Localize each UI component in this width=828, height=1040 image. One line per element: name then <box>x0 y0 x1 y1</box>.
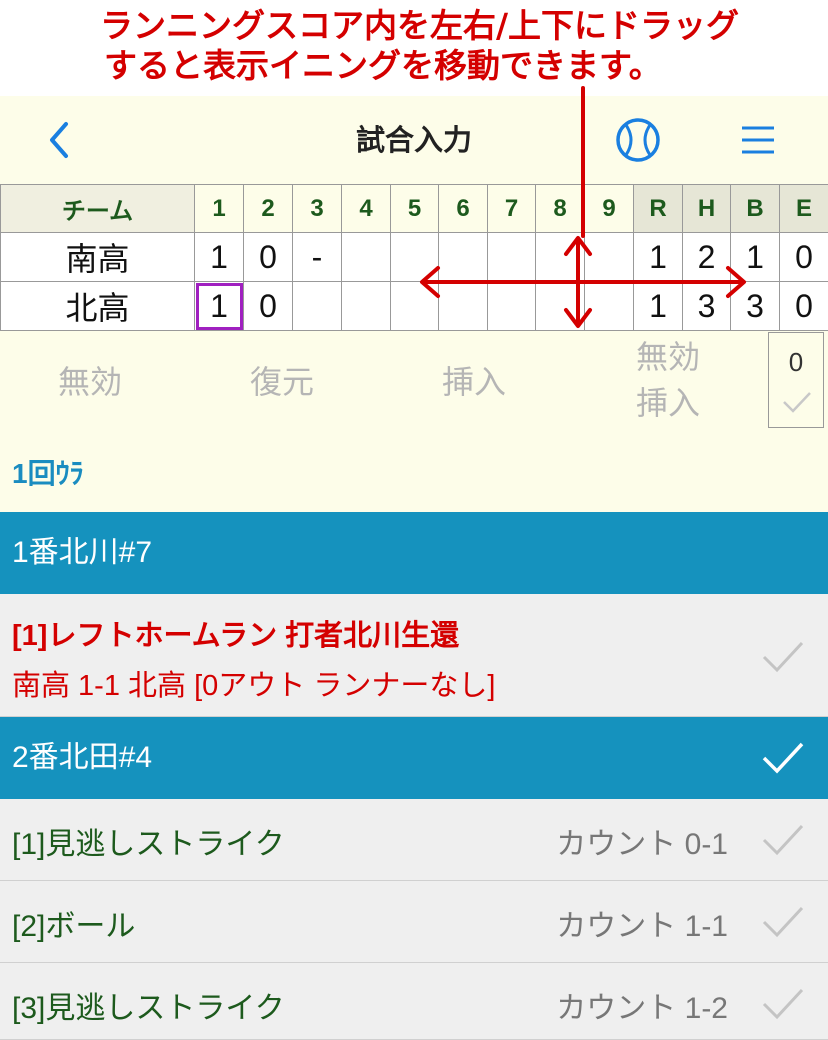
pitch-row[interactable]: [3]見逃しストライク カウント 1-2 <box>0 963 828 1040</box>
void-insert-label-1: 無効 <box>636 338 701 376</box>
runs-total-north: 1 <box>633 281 683 331</box>
walks-header: B <box>730 184 780 233</box>
errors-header: E <box>779 184 828 233</box>
hits-total-south: 2 <box>682 232 731 282</box>
team-name-north: 北高 <box>0 281 195 331</box>
checkmark-icon[interactable] <box>760 739 806 777</box>
hits-total-north: 3 <box>682 281 731 331</box>
void-insert-label-2: 挿入 <box>636 384 701 422</box>
void-button[interactable]: 無効 <box>58 360 122 404</box>
inning-header-7: 7 <box>487 184 536 233</box>
score-cell[interactable] <box>535 232 585 282</box>
team-row-south: 南高 1 0 - 1 2 1 0 <box>0 232 828 282</box>
score-cell[interactable] <box>438 281 488 331</box>
score-cell[interactable] <box>584 281 634 331</box>
restore-button[interactable]: 復元 <box>250 360 314 404</box>
score-cell[interactable]: 0 <box>243 232 293 282</box>
batter-header[interactable]: 1番北川#7 <box>0 512 828 594</box>
pitch-count: カウント 1-1 <box>556 910 728 943</box>
inning-header-8: 8 <box>535 184 585 233</box>
play-event-title: [1]レフトホームラン 打者北川生還 <box>12 620 460 652</box>
drag-hint-line-2: すると表示イニングを移動できます。 <box>104 46 662 85</box>
score-cell[interactable]: - <box>292 232 342 282</box>
checkmark-icon[interactable] <box>760 638 806 676</box>
pitch-row[interactable]: [1]見逃しストライク カウント 0-1 <box>0 799 828 881</box>
batter-header[interactable]: 2番北田#4 <box>0 717 828 799</box>
menu-icon[interactable] <box>736 120 780 160</box>
inning-header-3: 3 <box>292 184 342 233</box>
pitch-count: カウント 1-2 <box>556 992 728 1025</box>
inning-header-6: 6 <box>438 184 488 233</box>
score-cell[interactable] <box>292 281 342 331</box>
score-cell[interactable]: 0 <box>243 281 293 331</box>
score-cell[interactable] <box>341 232 391 282</box>
runs-header: R <box>633 184 683 233</box>
score-cell[interactable] <box>438 232 488 282</box>
batter-name: 2番北田#4 <box>12 741 153 774</box>
inning-header-1: 1 <box>194 184 244 233</box>
hits-header: H <box>682 184 731 233</box>
checkmark-icon[interactable] <box>760 821 806 859</box>
running-score-board[interactable]: チーム 1 2 3 4 5 6 7 8 9 R H B E 南高 1 0 - 1 <box>0 184 828 331</box>
inning-header-9: 9 <box>584 184 634 233</box>
checkmark-icon[interactable] <box>760 903 806 941</box>
errors-total-south: 0 <box>779 232 828 282</box>
score-cell[interactable] <box>390 281 439 331</box>
pitch-row[interactable]: [2]ボール カウント 1-1 <box>0 881 828 963</box>
checkmark-icon[interactable] <box>760 985 806 1023</box>
walks-total-south: 1 <box>730 232 780 282</box>
team-row-north: 北高 1 0 1 3 3 0 <box>0 281 828 331</box>
count-value: 0 <box>788 347 804 377</box>
score-cell[interactable] <box>390 232 439 282</box>
baseball-icon[interactable] <box>614 116 662 164</box>
batter-name: 1番北川#7 <box>12 536 153 569</box>
team-name-south: 南高 <box>0 232 195 282</box>
pitch-description: [2]ボール <box>12 910 136 943</box>
score-cell[interactable] <box>584 232 634 282</box>
count-confirm-box[interactable]: 0 <box>768 332 824 428</box>
pitch-count: カウント 0-1 <box>556 828 728 861</box>
pitch-description: [3]見逃しストライク <box>12 992 285 1025</box>
inning-header-4: 4 <box>341 184 391 233</box>
drag-hint-line-1: ランニングスコア内を左右/上下にドラッグ <box>100 6 740 45</box>
drag-hint-annotation: ランニングスコア内を左右/上下にドラッグ すると表示イニングを移動できます。 <box>0 0 828 96</box>
walks-total-north: 3 <box>730 281 780 331</box>
insert-button[interactable]: 挿入 <box>442 360 506 404</box>
runs-total-south: 1 <box>633 232 683 282</box>
score-cell[interactable] <box>487 232 536 282</box>
checkmark-icon <box>783 392 811 413</box>
score-cell[interactable]: 1 <box>194 232 244 282</box>
errors-total-north: 0 <box>779 281 828 331</box>
inning-label: 1回ｳﾗ <box>12 458 84 489</box>
score-cell-selected[interactable]: 1 <box>194 281 244 331</box>
team-header: チーム <box>0 184 195 233</box>
page-title: 試合入力 <box>355 123 472 157</box>
void-insert-button[interactable]: 無効 挿入 <box>636 334 726 426</box>
play-event-detail: 南高 1-1 北高 [0アウト ランナーなし] <box>12 670 496 702</box>
pitch-description: [1]見逃しストライク <box>12 828 285 861</box>
score-cell[interactable] <box>535 281 585 331</box>
score-cell[interactable] <box>341 281 391 331</box>
play-event-row[interactable]: [1]レフトホームラン 打者北川生還 南高 1-1 北高 [0アウト ランナーな… <box>0 594 828 717</box>
inning-header-5: 5 <box>390 184 439 233</box>
inning-header-2: 2 <box>243 184 293 233</box>
score-cell[interactable] <box>487 281 536 331</box>
scoreboard-header-row: チーム 1 2 3 4 5 6 7 8 9 R H B E <box>0 184 828 233</box>
